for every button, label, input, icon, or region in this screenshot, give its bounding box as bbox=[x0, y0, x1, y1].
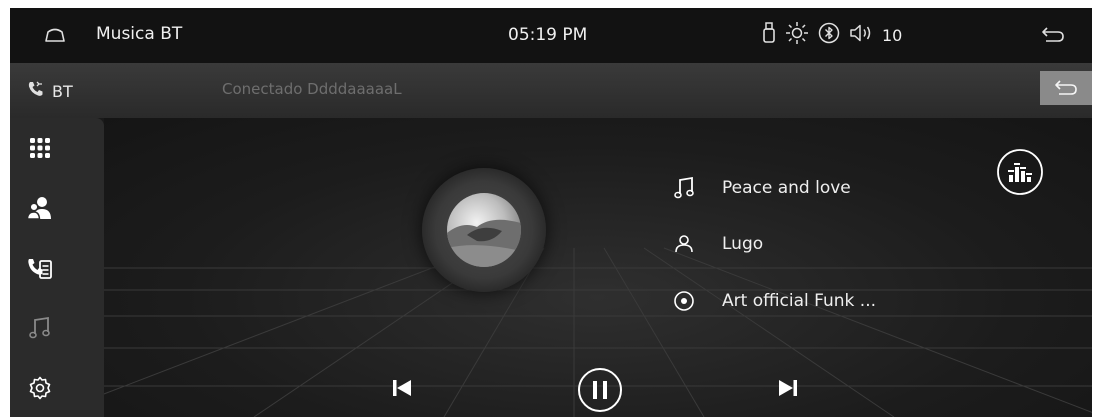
bt-label-text: BT bbox=[52, 81, 73, 101]
contacts-icon bbox=[26, 196, 53, 224]
previous-icon bbox=[393, 380, 411, 396]
track-artist: Lugo bbox=[722, 234, 764, 254]
track-album-row: Art official Funk ... bbox=[669, 290, 876, 312]
volume-icon bbox=[849, 22, 875, 48]
track-artist-row: Lugo bbox=[669, 234, 763, 254]
status-bar: Musica BT 05:19 PM 10 bbox=[10, 8, 1092, 63]
bluetooth-icon bbox=[818, 22, 840, 48]
next-icon bbox=[779, 380, 797, 396]
previous-button[interactable] bbox=[382, 370, 422, 406]
equalizer-button[interactable] bbox=[996, 148, 1044, 196]
equalizer-icon bbox=[997, 149, 1043, 195]
call-log-icon bbox=[27, 256, 53, 284]
bt-phone-icon bbox=[26, 79, 46, 103]
sidebar bbox=[10, 118, 104, 417]
settings-icon bbox=[28, 376, 52, 404]
app-title: Musica BT bbox=[96, 24, 183, 44]
sidebar-item-music[interactable] bbox=[10, 310, 70, 350]
sidebar-item-contacts[interactable] bbox=[10, 190, 70, 230]
artist-icon bbox=[669, 234, 699, 254]
back-icon[interactable] bbox=[1040, 25, 1066, 49]
brightness-icon bbox=[785, 21, 809, 49]
music-note-icon bbox=[29, 316, 51, 344]
sidebar-item-apps[interactable] bbox=[10, 130, 70, 170]
album-icon bbox=[669, 290, 699, 312]
sidebar-item-call-log[interactable] bbox=[10, 250, 70, 290]
usb-icon bbox=[762, 22, 776, 48]
volume-value: 10 bbox=[882, 25, 903, 45]
connection-status-text: Conectado DdddaaaaaL bbox=[222, 80, 402, 98]
back-icon bbox=[1055, 80, 1077, 95]
pause-button[interactable] bbox=[574, 366, 626, 414]
track-title: Peace and love bbox=[722, 178, 851, 198]
clock: 05:19 PM bbox=[508, 25, 588, 45]
sidebar-item-settings[interactable] bbox=[10, 370, 70, 410]
album-art bbox=[447, 193, 521, 267]
home-icon[interactable] bbox=[44, 28, 66, 48]
track-title-row: Peace and love bbox=[669, 176, 851, 200]
player-stage: Peace and love Lugo Art official Funk ..… bbox=[104, 118, 1092, 417]
track-album: Art official Funk ... bbox=[722, 291, 876, 311]
screen: Musica BT 05:19 PM 10 BT Conectado Dddda… bbox=[10, 8, 1092, 417]
apps-grid-icon bbox=[28, 136, 52, 164]
pause-icon bbox=[578, 368, 622, 412]
bt-back-button[interactable] bbox=[1040, 71, 1092, 105]
next-button[interactable] bbox=[768, 370, 808, 406]
bt-label: BT bbox=[26, 79, 73, 103]
bt-info-bar: BT Conectado DdddaaaaaL bbox=[10, 63, 1092, 118]
song-icon bbox=[669, 176, 699, 200]
status-icons: 10 bbox=[762, 21, 902, 49]
